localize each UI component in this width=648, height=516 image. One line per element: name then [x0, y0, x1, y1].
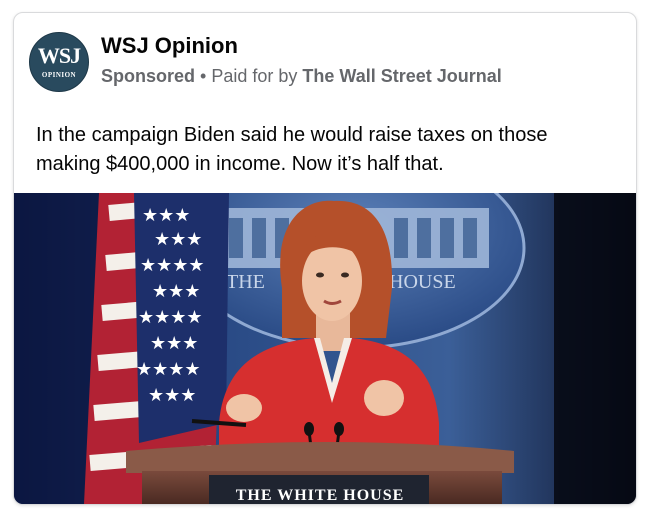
svg-text:★★★: ★★★: [154, 229, 202, 250]
seal-text-right: HOUSE: [389, 271, 456, 293]
svg-text:★★★: ★★★: [152, 281, 200, 302]
right-dark-panel: [554, 193, 636, 504]
podium-text: THE WHITE HOUSE: [236, 487, 405, 504]
press-briefing-photo: THE HOUSE ★★★★★★ ★★★★★★★ ★★★★★★★ ★★★★★★★: [14, 193, 636, 504]
post-text-line-1: In the campaign Biden said he would rais…: [36, 124, 548, 146]
advertiser-name[interactable]: WSJ Opinion: [101, 33, 238, 59]
svg-text:★★★★: ★★★★: [138, 307, 203, 328]
svg-text:★★★★: ★★★★: [136, 359, 201, 380]
payer-name[interactable]: The Wall Street Journal: [302, 66, 501, 86]
svg-text:★★★: ★★★: [148, 385, 196, 406]
sponsored-post-card: WSJ OPINION WSJ Opinion Sponsored • Paid…: [13, 12, 637, 505]
avatar-logo-main: WSJ: [37, 43, 81, 68]
svg-text:★★★: ★★★: [142, 205, 190, 226]
ad-photo[interactable]: THE HOUSE ★★★ ★★★ ★★★★ ★★★ ★★★★ ★★★ ★★★★ ★★★: [14, 193, 636, 504]
avatar-logo-sub: OPINION: [41, 71, 77, 79]
paid-for-by-label: Paid for by: [211, 66, 298, 86]
seal-text-left: THE: [226, 271, 265, 293]
sponsored-label[interactable]: Sponsored: [101, 66, 195, 86]
svg-text:★★★★: ★★★★: [140, 255, 205, 276]
post-text: In the campaign Biden said he would rais…: [36, 121, 626, 179]
advertiser-avatar[interactable]: WSJ OPINION: [29, 32, 89, 92]
sponsored-meta: Sponsored • Paid for by The Wall Street …: [101, 66, 502, 87]
meta-separator: •: [200, 66, 207, 86]
post-text-line-2: making $400,000 in income. Now it’s half…: [36, 153, 444, 175]
svg-text:★★★: ★★★: [150, 333, 198, 354]
